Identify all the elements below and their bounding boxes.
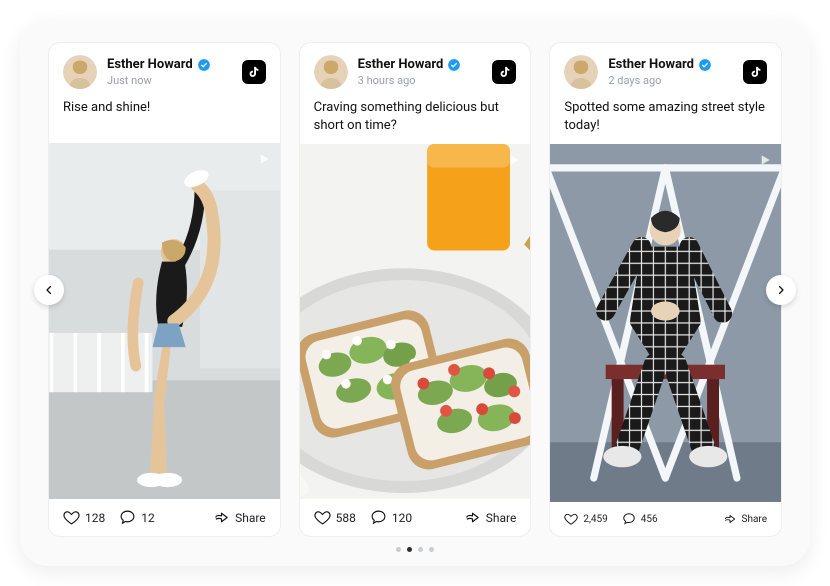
user-info: Esther Howard Just now: [107, 57, 232, 87]
share-label: Share: [742, 514, 767, 525]
like-button[interactable]: 2,459: [564, 512, 607, 526]
post-caption: Rise and shine!: [49, 97, 280, 143]
pagination-dot[interactable]: [407, 547, 412, 552]
play-icon: [256, 151, 272, 167]
comment-button[interactable]: 12: [119, 509, 155, 526]
post-media[interactable]: [300, 144, 531, 499]
card-footer: 2,459 456 Share: [550, 502, 781, 536]
post-card: Esther Howard Just now Rise and shine!: [48, 42, 281, 537]
heart-icon: [564, 512, 578, 526]
play-icon: [506, 152, 522, 168]
device-frame: Esther Howard Just now Rise and shine!: [20, 20, 810, 566]
avatar[interactable]: [314, 55, 348, 89]
comment-count: 456: [641, 514, 658, 525]
username[interactable]: Esther Howard: [107, 57, 193, 72]
like-button[interactable]: 588: [314, 509, 356, 526]
card-footer: 588 120 Share: [300, 499, 531, 536]
like-count: 588: [336, 511, 356, 525]
play-icon: [757, 152, 773, 168]
tiktok-icon: [492, 60, 516, 84]
like-count: 2,459: [583, 514, 607, 525]
like-count: 128: [85, 511, 105, 525]
chevron-right-icon: [775, 284, 787, 296]
pagination-dot[interactable]: [396, 547, 401, 552]
pagination-dots: [48, 537, 782, 552]
avatar[interactable]: [63, 55, 97, 89]
share-button[interactable]: Share: [213, 509, 266, 526]
verified-icon: [698, 58, 712, 72]
avatar[interactable]: [564, 55, 598, 89]
share-icon: [213, 509, 230, 526]
username[interactable]: Esther Howard: [608, 57, 694, 72]
card-header: Esther Howard 2 days ago: [550, 43, 781, 97]
user-info: Esther Howard 2 days ago: [608, 57, 733, 87]
pagination-dot[interactable]: [418, 547, 423, 552]
comment-icon: [119, 509, 136, 526]
timestamp: 3 hours ago: [358, 74, 483, 87]
comment-button[interactable]: 456: [622, 512, 658, 526]
verified-icon: [197, 58, 211, 72]
tiktok-icon: [743, 60, 767, 84]
comment-icon: [622, 512, 636, 526]
comment-button[interactable]: 120: [370, 509, 412, 526]
chevron-left-icon: [43, 284, 55, 296]
card-header: Esther Howard 3 hours ago: [300, 43, 531, 97]
heart-icon: [63, 509, 80, 526]
heart-icon: [314, 509, 331, 526]
post-carousel: Esther Howard Just now Rise and shine!: [48, 42, 782, 537]
share-label: Share: [486, 511, 517, 525]
timestamp: Just now: [107, 74, 232, 87]
comment-icon: [370, 509, 387, 526]
username[interactable]: Esther Howard: [358, 57, 444, 72]
post-card: Esther Howard 3 hours ago Craving someth…: [299, 42, 532, 537]
carousel-next-button[interactable]: [766, 275, 796, 305]
carousel-prev-button[interactable]: [34, 275, 64, 305]
card-header: Esther Howard Just now: [49, 43, 280, 97]
comment-count: 120: [392, 511, 412, 525]
share-button[interactable]: Share: [464, 509, 517, 526]
card-footer: 128 12 Share: [49, 499, 280, 536]
like-button[interactable]: 128: [63, 509, 105, 526]
post-card: Esther Howard 2 days ago Spotted some am…: [549, 42, 782, 537]
post-media[interactable]: [49, 143, 280, 499]
post-caption: Craving something delicious but short on…: [300, 97, 531, 144]
comment-count: 12: [141, 511, 155, 525]
share-icon: [723, 512, 737, 526]
post-caption: Spotted some amazing street style today!: [550, 97, 781, 144]
share-label: Share: [235, 511, 266, 525]
timestamp: 2 days ago: [608, 74, 733, 87]
verified-icon: [447, 58, 461, 72]
share-icon: [464, 509, 481, 526]
share-button[interactable]: Share: [723, 512, 767, 526]
tiktok-icon: [242, 60, 266, 84]
pagination-dot[interactable]: [429, 547, 434, 552]
user-info: Esther Howard 3 hours ago: [358, 57, 483, 87]
post-media[interactable]: [550, 144, 781, 502]
